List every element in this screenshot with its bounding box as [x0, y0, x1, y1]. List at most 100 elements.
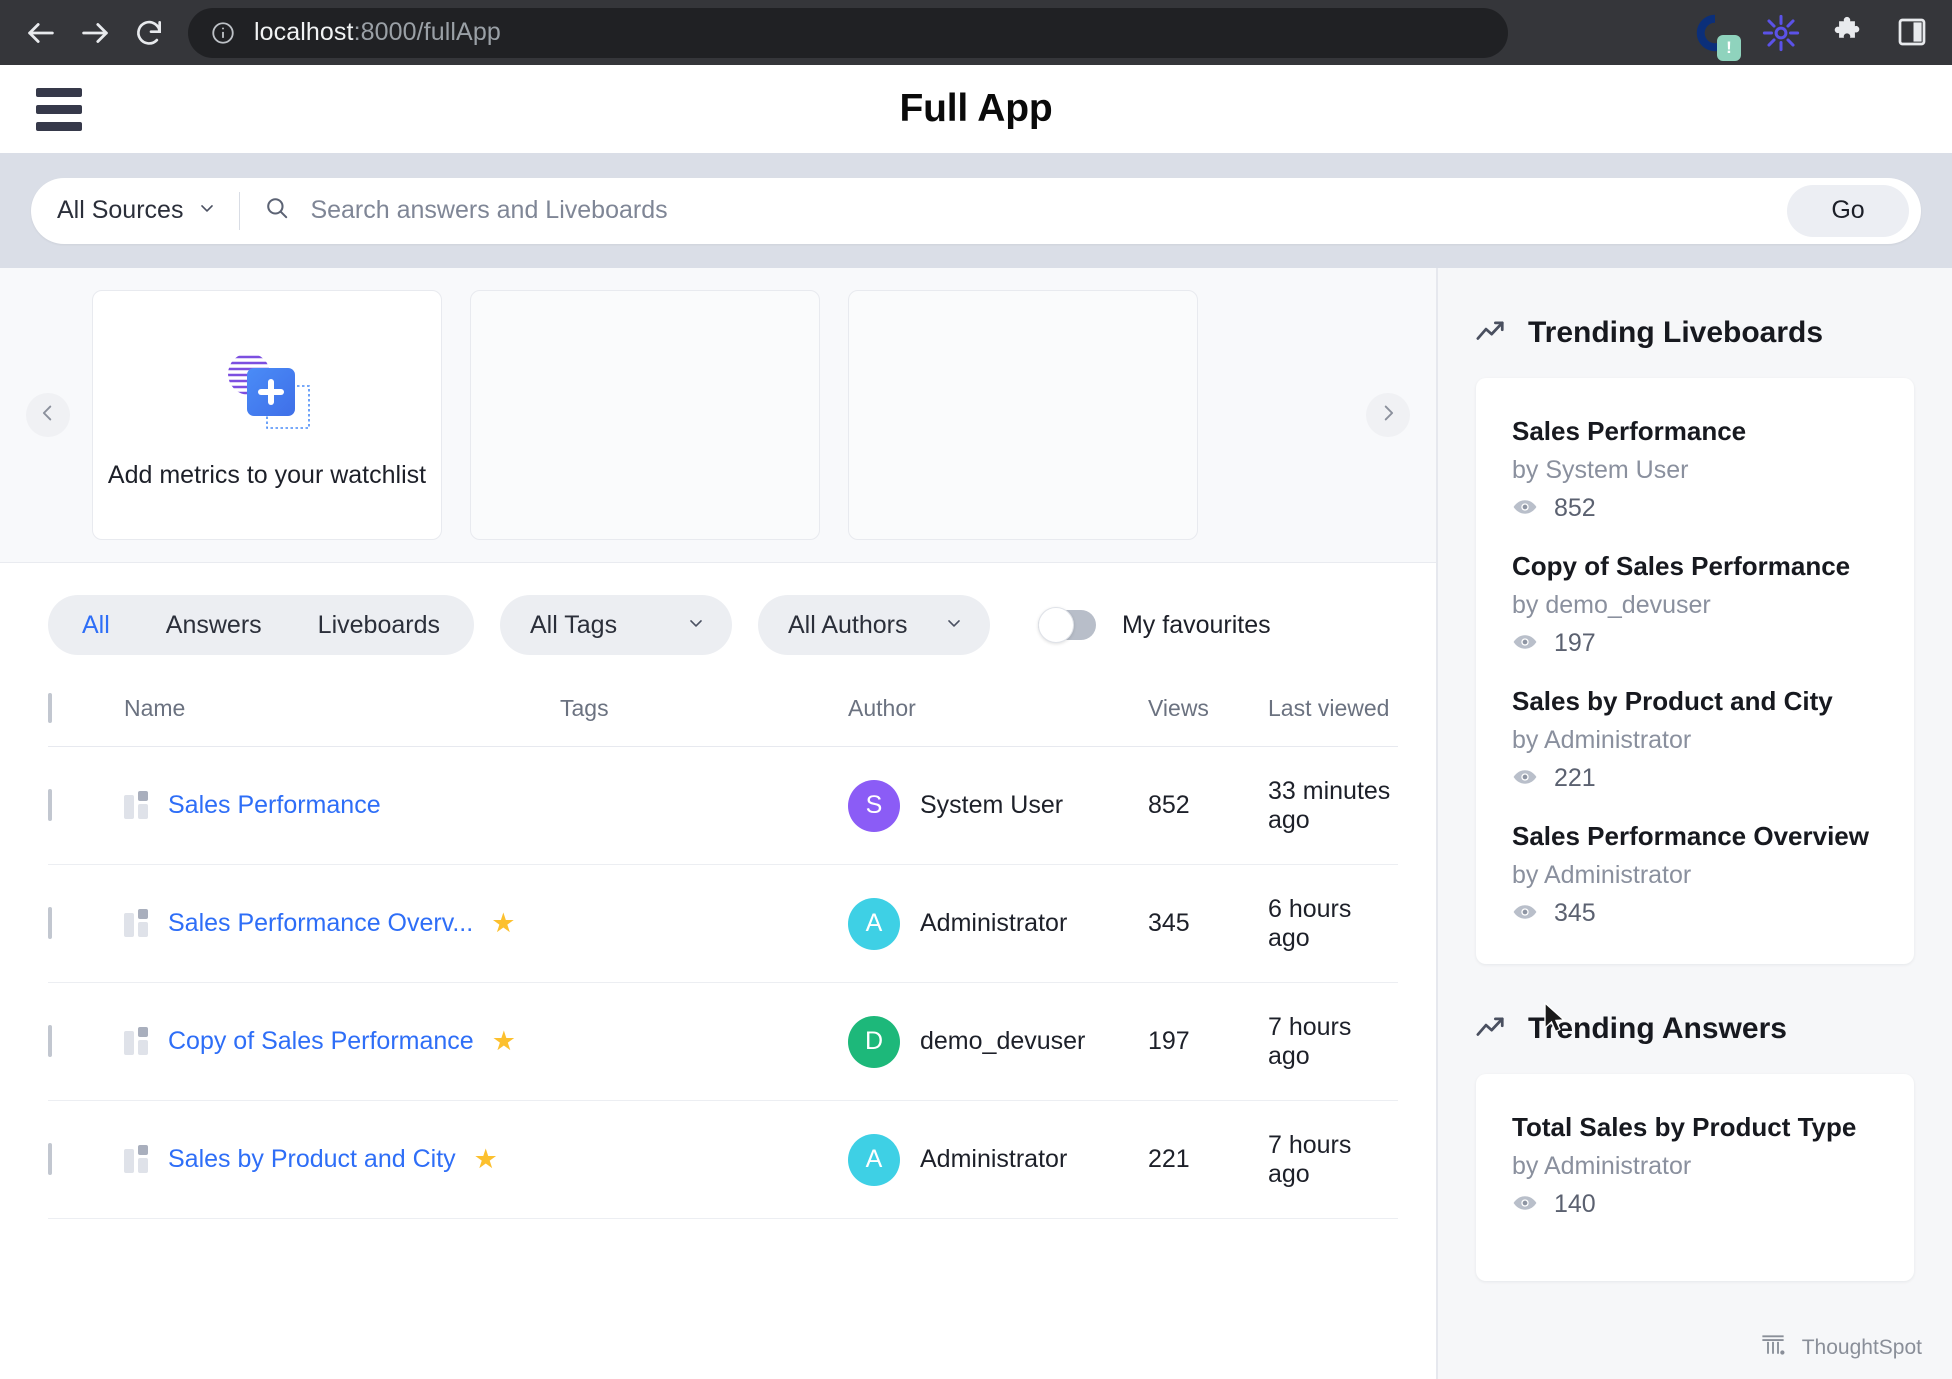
column-header-last-viewed[interactable]: Last viewed [1268, 681, 1398, 747]
authors-filter-label: All Authors [787, 610, 908, 639]
list-item[interactable]: Sales by Product and City by Administrat… [1512, 678, 1878, 813]
main-content: Add metrics to your watchlist All Answer… [0, 268, 1545, 1379]
tab-answers[interactable]: Answers [138, 601, 290, 649]
thoughtspot-logo-icon [1758, 1330, 1788, 1365]
row-checkbox[interactable] [48, 789, 52, 821]
tab-liveboards[interactable]: Liveboards [290, 601, 468, 649]
content-table: Name Tags Author Views Last viewed Sales… [48, 681, 1398, 1219]
reload-button[interactable] [122, 6, 176, 60]
add-metrics-card[interactable]: Add metrics to your watchlist [92, 290, 442, 540]
row-author: demo_devuser [920, 1027, 1086, 1055]
source-selector-label: All Sources [57, 196, 184, 224]
thoughtspot-extension-icon[interactable]: ! [1696, 14, 1741, 61]
authors-filter-dropdown[interactable]: All Authors [757, 595, 990, 655]
forward-button[interactable] [68, 6, 122, 60]
thoughtspot-label: ThoughtSpot [1801, 1335, 1922, 1359]
favourite-star-icon[interactable]: ★ [491, 910, 515, 937]
row-author: Administrator [920, 909, 1068, 937]
browser-toolbar: localhost:8000/fullApp ! [0, 0, 1952, 65]
row-last-viewed: 7 hours ago [1268, 982, 1398, 1101]
carousel-prev-button[interactable] [26, 393, 70, 437]
trending-item-title[interactable]: Sales by Product and City [1512, 686, 1878, 717]
my-favourites-label: My favourites [1121, 610, 1271, 639]
chevron-down-icon [944, 611, 964, 640]
chevron-down-icon [197, 196, 217, 225]
puzzle-extensions-icon[interactable] [1828, 14, 1866, 52]
back-button[interactable] [14, 6, 68, 60]
table-row[interactable]: Sales by Product and City ★ A Administra… [48, 1100, 1398, 1219]
trending-item-title[interactable]: Sales Performance Overview [1512, 821, 1878, 852]
liveboard-icon [124, 908, 150, 939]
table-row[interactable]: Copy of Sales Performance ★ D demo_devus… [48, 982, 1398, 1101]
row-author: System User [920, 791, 1064, 819]
views-count: 197 [1554, 629, 1596, 657]
site-info-icon[interactable] [210, 20, 236, 46]
column-header-views[interactable]: Views [1148, 681, 1268, 747]
trending-item-author: by demo_devuser [1512, 591, 1711, 619]
favourite-star-icon[interactable]: ★ [474, 1146, 498, 1173]
select-all-header [48, 681, 124, 747]
eye-icon [1512, 899, 1538, 928]
row-last-viewed: 7 hours ago [1268, 1100, 1398, 1219]
trending-item-views: 140 [1512, 1190, 1878, 1219]
search-field[interactable]: Search answers and Liveboards [240, 195, 1787, 226]
row-checkbox[interactable] [48, 907, 52, 939]
trending-item-author: by System User [1512, 456, 1689, 484]
trending-item-author: by Administrator [1512, 1152, 1692, 1180]
url-host: localhost [254, 18, 354, 46]
add-metrics-label: Add metrics to your watchlist [107, 460, 427, 489]
trending-item-title[interactable]: Total Sales by Product Type [1512, 1112, 1878, 1143]
row-views: 221 [1148, 1100, 1268, 1219]
watchlist-placeholder-card [848, 290, 1198, 540]
table-row[interactable]: Sales Performance Overv... ★ A Administr… [48, 864, 1398, 983]
trending-item-views: 852 [1512, 494, 1878, 523]
mouse-cursor [1543, 1001, 1569, 1041]
tags-filter-dropdown[interactable]: All Tags [499, 595, 732, 655]
trending-item-title[interactable]: Sales Performance [1512, 416, 1878, 447]
table-header-row: Name Tags Author Views Last viewed [48, 681, 1398, 747]
trending-item-author: by Administrator [1512, 726, 1692, 754]
row-views: 852 [1148, 746, 1268, 865]
liveboard-icon [124, 790, 150, 821]
trending-liveboards-title: Trending Liveboards [1528, 316, 1824, 349]
favourite-star-icon[interactable]: ★ [492, 1028, 516, 1055]
trending-item-title[interactable]: Copy of Sales Performance [1512, 551, 1878, 582]
trending-answers-card: Total Sales by Product Type by Administr… [1476, 1074, 1914, 1281]
row-author: Administrator [920, 1145, 1068, 1173]
chevron-left-icon [37, 402, 59, 429]
item-name-link[interactable]: Sales Performance [168, 791, 381, 820]
tab-all[interactable]: All [54, 601, 138, 649]
row-checkbox[interactable] [48, 1025, 52, 1057]
reload-icon [133, 17, 165, 49]
select-all-checkbox[interactable] [48, 693, 52, 723]
search-icon [264, 195, 290, 226]
row-tags [560, 746, 848, 865]
trending-up-icon [1476, 1014, 1506, 1045]
list-item[interactable]: Total Sales by Product Type by Administr… [1512, 1104, 1878, 1223]
column-header-author[interactable]: Author [848, 681, 1148, 747]
asterisk-extension-icon[interactable] [1762, 14, 1800, 52]
liveboard-icon [124, 1026, 150, 1057]
item-name-link[interactable]: Copy of Sales Performance [168, 1027, 474, 1056]
my-favourites-toggle[interactable] [1037, 607, 1096, 643]
row-last-viewed: 6 hours ago [1268, 864, 1398, 983]
item-name-link[interactable]: Sales by Product and City [168, 1145, 456, 1174]
eye-icon [1512, 494, 1538, 523]
item-name-link[interactable]: Sales Performance Overv... [168, 909, 473, 938]
table-row[interactable]: Sales Performance S System User 852 33 m… [48, 746, 1398, 865]
list-item[interactable]: Sales Performance by System User 852 [1512, 408, 1878, 543]
go-button[interactable]: Go [1787, 184, 1909, 237]
source-selector[interactable]: All Sources [57, 196, 239, 225]
add-metric-icon [214, 341, 320, 443]
list-item[interactable]: Copy of Sales Performance by demo_devuse… [1512, 543, 1878, 678]
carousel-next-button[interactable] [1366, 393, 1410, 437]
list-item[interactable]: Sales Performance Overview by Administra… [1512, 813, 1878, 932]
column-header-name[interactable]: Name [124, 681, 560, 747]
toggle-knob [1037, 607, 1074, 643]
search-input[interactable]: Search answers and Liveboards [310, 196, 667, 225]
address-bar[interactable]: localhost:8000/fullApp [188, 7, 1508, 58]
row-tags [560, 864, 848, 983]
row-checkbox[interactable] [48, 1143, 52, 1175]
sidepanel-icon[interactable] [1894, 14, 1932, 52]
column-header-tags[interactable]: Tags [560, 681, 848, 747]
